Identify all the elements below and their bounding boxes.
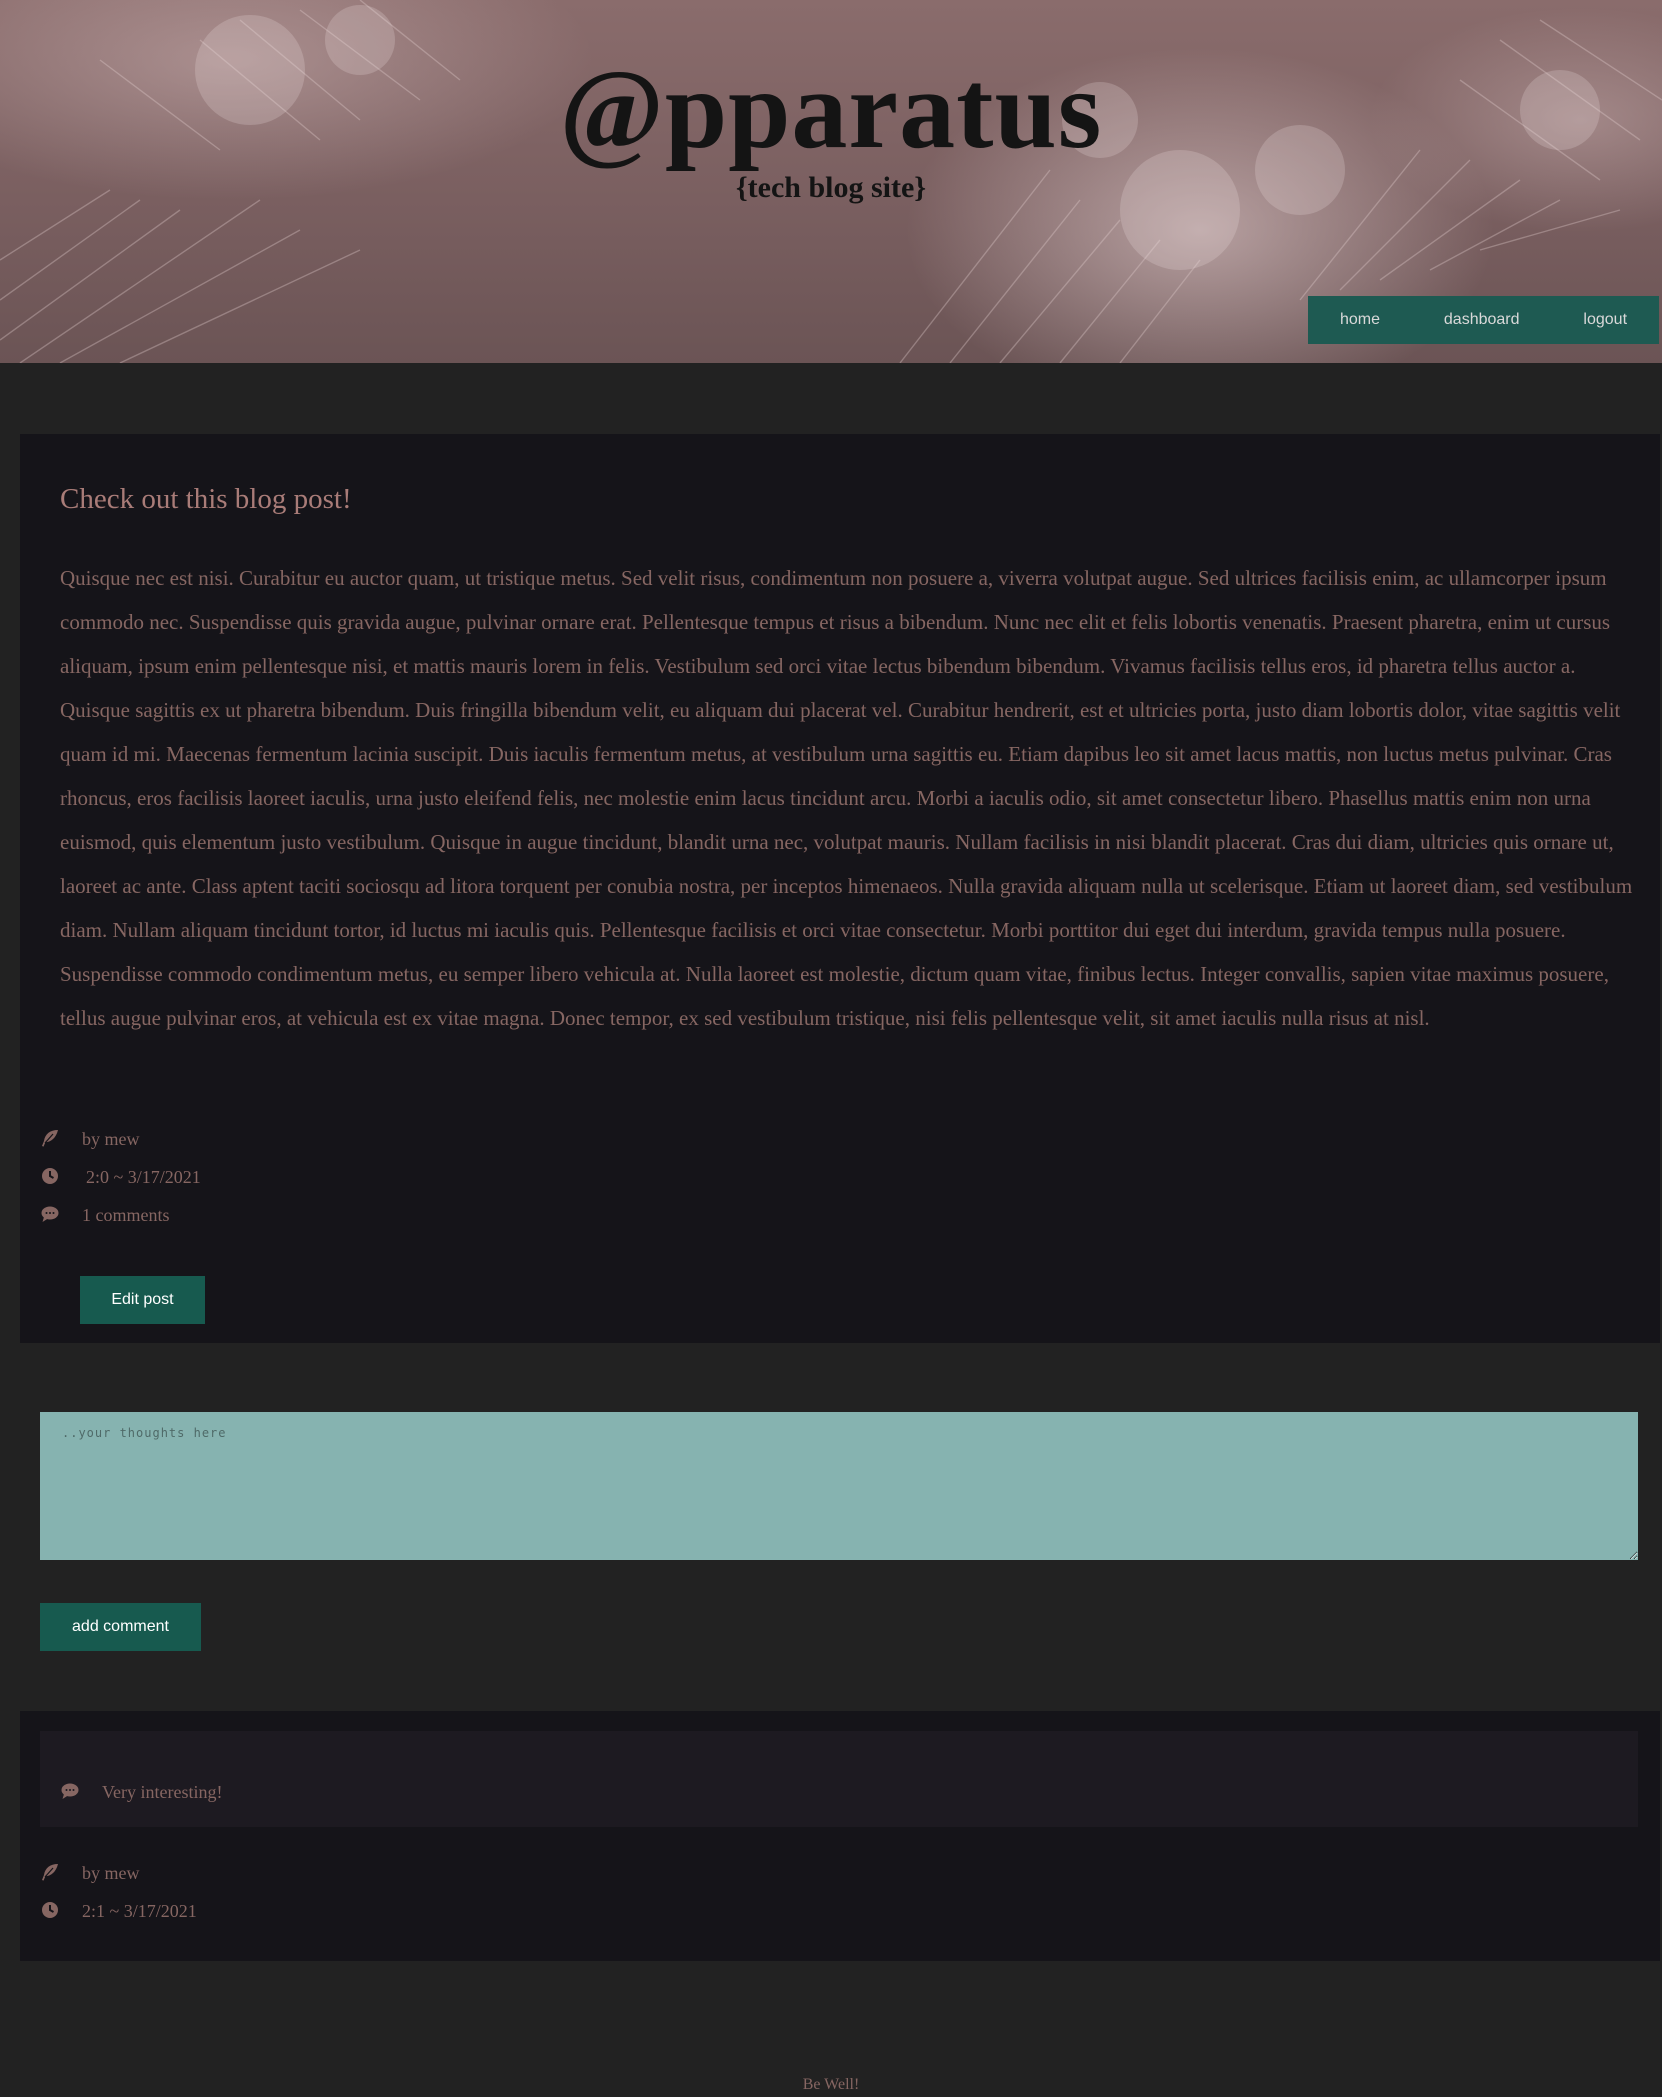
comment-author: by mew — [40, 1858, 140, 1888]
nav-home-link[interactable]: home — [1340, 311, 1380, 329]
edit-post-button[interactable]: Edit post — [80, 1276, 205, 1324]
comments-list: Very interesting! by mew 2:1 ~ 3/17/2021 — [20, 1711, 1660, 1961]
feather-icon — [40, 1862, 62, 1884]
add-comment-button[interactable]: add comment — [40, 1603, 201, 1651]
site-subtitle: {tech blog site} — [735, 171, 927, 204]
comment-input[interactable] — [40, 1412, 1638, 1560]
blog-post: Check out this blog post! Quisque nec es… — [20, 434, 1660, 1343]
comment-text: Very interesting! — [102, 1781, 223, 1802]
post-author: by mew — [40, 1124, 140, 1154]
footer-text: Be Well! — [802, 2076, 860, 2093]
post-comment-count: 1 comments — [40, 1200, 170, 1230]
comment-icon — [60, 1781, 82, 1803]
post-author-text: by mew — [82, 1128, 140, 1149]
comment-author-text: by mew — [82, 1862, 140, 1883]
main-nav: home dashboard logout — [1308, 296, 1659, 344]
comment-time-text: 2:1 ~ 3/17/2021 — [82, 1900, 197, 1921]
post-time: 2:0 ~ 3/17/2021 — [40, 1162, 201, 1192]
post-body: Quisque nec est nisi. Curabitur eu aucto… — [60, 566, 1633, 1030]
post-comment-count-text: 1 comments — [82, 1204, 170, 1225]
nav-logout-link[interactable]: logout — [1583, 311, 1627, 329]
comment-body: Very interesting! — [60, 1781, 222, 1803]
site-title: @pparatus — [559, 48, 1103, 172]
feather-icon — [40, 1128, 62, 1150]
post-title: Check out this blog post! — [60, 483, 352, 515]
post-time-text: 2:0 ~ 3/17/2021 — [86, 1166, 201, 1187]
comment-time: 2:1 ~ 3/17/2021 — [40, 1896, 197, 1926]
comment-card: Very interesting! — [40, 1731, 1638, 1827]
comment-icon — [40, 1204, 62, 1226]
nav-dashboard-link[interactable]: dashboard — [1444, 311, 1520, 329]
clock-icon — [40, 1166, 62, 1188]
clock-icon — [40, 1900, 62, 1922]
site-header: @pparatus {tech blog site} home dashboar… — [0, 0, 1662, 363]
